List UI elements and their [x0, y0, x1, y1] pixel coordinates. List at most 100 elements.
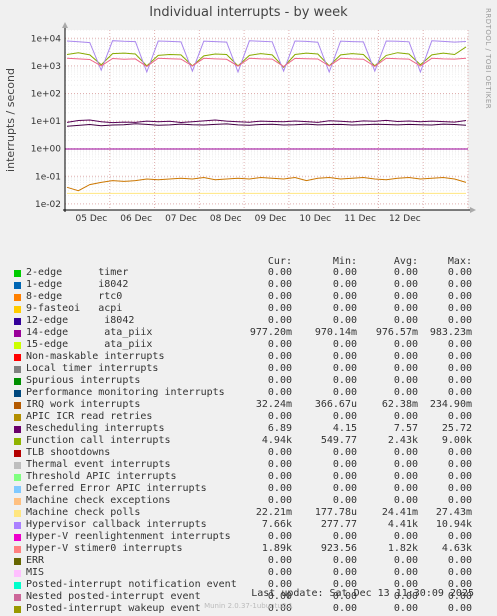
- legend-label: Spurious interrupts: [26, 375, 141, 386]
- y-tick-label: 1e-02: [35, 200, 61, 210]
- header-cur: Cur:: [267, 256, 292, 267]
- legend-label: Hyper-V reenlightenment interrupts: [26, 531, 231, 542]
- legend-label: 14-edge ata_piix: [26, 327, 153, 338]
- x-axis-arrow: [470, 207, 476, 213]
- legend-max: 0.00: [447, 315, 472, 326]
- legend-min: 0.00: [332, 351, 357, 362]
- y-tick-label: 1e+04: [31, 34, 62, 44]
- legend-cur: 0.00: [267, 471, 292, 482]
- legend-cur: 0.00: [267, 303, 292, 314]
- legend-label: Non-maskable interrupts: [26, 351, 165, 362]
- legend-max: 0.00: [447, 375, 472, 386]
- y-tick-label: 1e+02: [31, 89, 61, 99]
- legend-max: 0.00: [447, 363, 472, 374]
- legend-cur: 0.00: [267, 279, 292, 290]
- legend-label: 9-fasteoi acpi: [26, 303, 123, 314]
- legend-cur: 1.89k: [261, 543, 292, 554]
- legend-label: TLB shootdowns: [26, 447, 111, 458]
- y-tick-label: 1e+01: [31, 117, 61, 127]
- legend-max: 0.00: [447, 555, 472, 566]
- legend-swatch: [14, 354, 21, 361]
- legend-row: 2-edge timer 0.00 0.00 0.00 0.00: [0, 267, 497, 279]
- legend-min: 923.56: [320, 543, 357, 554]
- legend-cur: 0.00: [267, 363, 292, 374]
- legend-min: 4.15: [332, 423, 357, 434]
- legend-row: MIS 0.00 0.00 0.00 0.00: [0, 567, 497, 579]
- legend-swatch: [14, 510, 21, 517]
- legend-swatch: [14, 282, 21, 289]
- legend-label: Hypervisor callback interrupts: [26, 519, 207, 530]
- legend-avg: 0.00: [393, 567, 418, 578]
- legend-max: 10.94k: [435, 519, 472, 530]
- legend-max: 234.90m: [429, 399, 472, 410]
- legend-cur: 7.66k: [261, 519, 292, 530]
- header-max: Max:: [447, 256, 472, 267]
- legend-label: 8-edge rtc0: [26, 291, 123, 302]
- legend-swatch: [14, 498, 21, 505]
- legend-swatch: [14, 522, 21, 529]
- x-tick-label: 05 Dec: [76, 214, 108, 224]
- legend-swatch: [14, 342, 21, 349]
- legend-avg: 0.00: [393, 471, 418, 482]
- legend-row: 1-edge i8042 0.00 0.00 0.00 0.00: [0, 279, 497, 291]
- legend-label: Machine check exceptions: [26, 495, 171, 506]
- legend-avg: 0.00: [393, 291, 418, 302]
- legend-row: APIC ICR read retries 0.00 0.00 0.00 0.00: [0, 411, 497, 423]
- legend-avg: 0.00: [393, 447, 418, 458]
- legend-row: 9-fasteoi acpi 0.00 0.00 0.00 0.00: [0, 303, 497, 315]
- legend-min: 0.00: [332, 531, 357, 542]
- y-axis-ticks: 1e+04 1e+03 1e+02 1e+01 1e+00 1e-01 1e-02: [31, 34, 62, 210]
- legend-avg: 62.38m: [381, 399, 418, 410]
- legend-min: 366.67u: [314, 399, 357, 410]
- legend-row: 14-edge ata_piix 977.20m 970.14m 976.57m 983…: [0, 327, 497, 339]
- legend-swatch: [14, 318, 21, 325]
- legend-avg: 7.57: [393, 423, 418, 434]
- legend-row: Hyper-V reenlightenment interrupts 0.00 0.…: [0, 531, 497, 543]
- legend-max: 0.00: [447, 279, 472, 290]
- legend-swatch: [14, 486, 21, 493]
- legend-cur: 0.00: [267, 495, 292, 506]
- legend-avg: 0.00: [393, 303, 418, 314]
- legend-swatch: [14, 270, 21, 277]
- interrupts-chart: 1e+04 1e+03 1e+02 1e+01 1e+00 1e-01 1e-02 05 D…: [4, 22, 476, 224]
- legend-avg: 0.00: [393, 459, 418, 470]
- legend-label: Posted-interrupt notification event: [26, 579, 237, 590]
- legend-max: 0.00: [447, 351, 472, 362]
- legend-cur: 0.00: [267, 339, 292, 350]
- legend-label: APIC ICR read retries: [26, 411, 153, 422]
- legend-max: 983.23m: [429, 327, 472, 338]
- legend-cur: 0.00: [267, 567, 292, 578]
- x-tick-label: 08 Dec: [210, 214, 242, 224]
- legend-label: 2-edge timer: [26, 267, 129, 278]
- legend-max: 9.00k: [441, 435, 472, 446]
- legend-swatch: [14, 330, 21, 337]
- legend-swatch: [14, 438, 21, 445]
- legend-row: ERR 0.00 0.00 0.00 0.00: [0, 555, 497, 567]
- legend-min: 0.00: [332, 339, 357, 350]
- legend-row: 15-edge ata_piix 0.00 0.00 0.00 0.00: [0, 339, 497, 351]
- legend-swatch: [14, 414, 21, 421]
- legend-cur: 4.94k: [261, 435, 292, 446]
- legend-max: 0.00: [447, 567, 472, 578]
- legend-avg: 976.57m: [375, 327, 418, 338]
- legend-row: Machine check polls 22.21m 177.78u 24.41m 27…: [0, 507, 497, 519]
- legend-cur: 22.21m: [255, 507, 292, 518]
- legend-max: 27.43m: [435, 507, 472, 518]
- legend-label: Rescheduling interrupts: [26, 423, 165, 434]
- legend-swatch: [14, 594, 21, 601]
- legend-min: 970.14m: [314, 327, 357, 338]
- legend-cur: 0.00: [267, 267, 292, 278]
- legend-swatch: [14, 390, 21, 397]
- legend-max: 0.00: [447, 387, 472, 398]
- legend-row: TLB shootdowns 0.00 0.00 0.00 0.00: [0, 447, 497, 459]
- legend-min: 0.00: [332, 483, 357, 494]
- legend-swatch: [14, 426, 21, 433]
- legend-swatch: [14, 570, 21, 577]
- legend-min: 0.00: [332, 303, 357, 314]
- legend-cur: 977.20m: [249, 327, 292, 338]
- legend-cur: 32.24m: [255, 399, 292, 410]
- legend-row: 12-edge i8042 0.00 0.00 0.00 0.00: [0, 315, 497, 327]
- y-tick-label: 1e-01: [35, 172, 61, 182]
- legend-row: Hypervisor callback interrupts 7.66k 277.7…: [0, 519, 497, 531]
- legend-row: Hyper-V stimer0 interrupts 1.89k 923.56 1.8…: [0, 543, 497, 555]
